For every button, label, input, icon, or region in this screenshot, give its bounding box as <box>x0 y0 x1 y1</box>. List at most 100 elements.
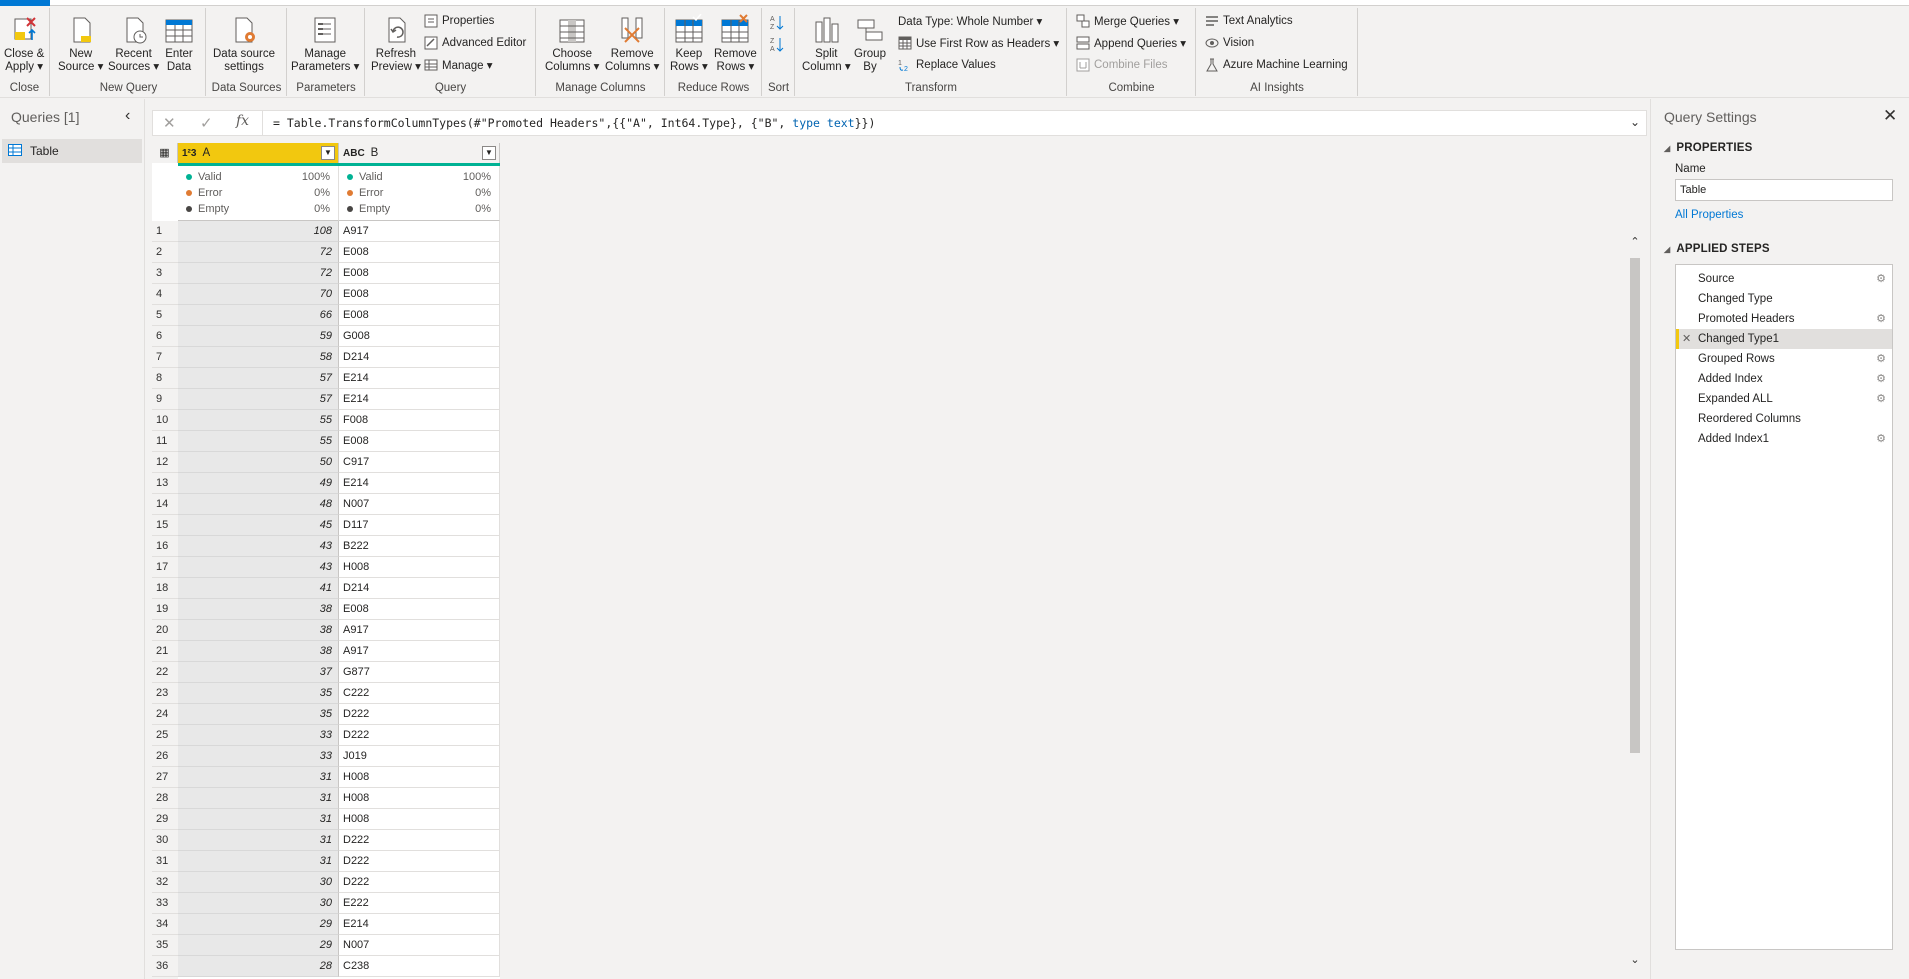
cell-a[interactable]: 72 <box>178 242 339 263</box>
table-row[interactable]: 15 45 D117 <box>152 515 500 536</box>
table-row[interactable]: 19 38 E008 <box>152 599 500 620</box>
manage-button[interactable]: Manage ▾ <box>424 56 493 74</box>
cell-a[interactable]: 41 <box>178 578 339 599</box>
applied-step[interactable]: Reordered Columns <box>1676 409 1892 429</box>
table-row[interactable]: 12 50 C917 <box>152 452 500 473</box>
cell-a[interactable]: 72 <box>178 263 339 284</box>
enter-data-button[interactable]: Enter Data <box>163 14 195 74</box>
cell-b[interactable]: E214 <box>339 368 500 389</box>
cell-a[interactable]: 45 <box>178 515 339 536</box>
cell-b[interactable]: H008 <box>339 557 500 578</box>
applied-step[interactable]: Source ⚙ <box>1676 269 1892 289</box>
cell-b[interactable]: A917 <box>339 641 500 662</box>
cell-b[interactable]: E222 <box>339 893 500 914</box>
collapse-pane-icon[interactable]: ‹ <box>125 107 130 125</box>
table-row[interactable]: 18 41 D214 <box>152 578 500 599</box>
text-type-icon[interactable]: ABC <box>343 148 365 159</box>
scrollbar-thumb[interactable] <box>1630 258 1640 753</box>
delete-step-icon[interactable]: ✕ <box>1682 329 1691 349</box>
table-row[interactable]: 32 30 D222 <box>152 872 500 893</box>
table-row[interactable]: 34 29 E214 <box>152 914 500 935</box>
cell-a[interactable]: 55 <box>178 410 339 431</box>
commit-formula-icon[interactable]: ✓ <box>200 114 213 132</box>
table-row[interactable]: 24 35 D222 <box>152 704 500 725</box>
table-row[interactable]: 29 31 H008 <box>152 809 500 830</box>
table-row[interactable]: 33 30 E222 <box>152 893 500 914</box>
cell-a[interactable]: 35 <box>178 704 339 725</box>
cell-a[interactable]: 35 <box>178 683 339 704</box>
cell-b[interactable]: C917 <box>339 452 500 473</box>
table-row[interactable]: 10 55 F008 <box>152 410 500 431</box>
cell-b[interactable]: H008 <box>339 767 500 788</box>
cell-a[interactable]: 29 <box>178 935 339 956</box>
cell-a[interactable]: 38 <box>178 599 339 620</box>
scroll-up-icon[interactable]: ⌃ <box>1628 236 1642 248</box>
cell-a[interactable]: 59 <box>178 326 339 347</box>
split-column-button[interactable]: Split Column ▾ <box>802 14 851 74</box>
cell-b[interactable]: D214 <box>339 578 500 599</box>
new-source-button[interactable]: New Source ▾ <box>58 14 103 74</box>
table-menu-icon[interactable]: ▦ <box>152 143 178 163</box>
step-settings-gear-icon[interactable]: ⚙ <box>1876 389 1886 409</box>
table-row[interactable]: 25 33 D222 <box>152 725 500 746</box>
cell-b[interactable]: N007 <box>339 935 500 956</box>
cell-b[interactable]: E008 <box>339 263 500 284</box>
table-row[interactable]: 26 33 J019 <box>152 746 500 767</box>
cell-b[interactable]: E214 <box>339 389 500 410</box>
query-name-input[interactable]: Table <box>1675 179 1893 201</box>
applied-step[interactable]: Added Index1 ⚙ <box>1676 429 1892 449</box>
table-row[interactable]: 36 28 C238 <box>152 956 500 977</box>
table-row[interactable]: 17 43 H008 <box>152 557 500 578</box>
cell-b[interactable]: E008 <box>339 284 500 305</box>
advanced-editor-button[interactable]: Advanced Editor <box>424 34 526 52</box>
step-settings-gear-icon[interactable]: ⚙ <box>1876 349 1886 369</box>
expand-formula-icon[interactable]: ⌄ <box>1630 115 1640 129</box>
manage-parameters-button[interactable]: Manage Parameters ▾ <box>291 14 359 74</box>
file-tab[interactable] <box>0 0 50 6</box>
cell-b[interactable]: D214 <box>339 347 500 368</box>
cell-a[interactable]: 55 <box>178 431 339 452</box>
table-row[interactable]: 8 57 E214 <box>152 368 500 389</box>
cell-a[interactable]: 31 <box>178 788 339 809</box>
formula-input[interactable]: = Table.TransformColumnTypes(#"Promoted … <box>273 116 875 130</box>
cell-a[interactable]: 28 <box>178 956 339 977</box>
column-a-filter-icon[interactable]: ▼ <box>321 146 335 160</box>
table-row[interactable]: 1 108 A917 <box>152 221 500 242</box>
table-row[interactable]: 6 59 G008 <box>152 326 500 347</box>
close-icon[interactable]: ✕ <box>1883 106 1897 126</box>
cell-b[interactable]: J019 <box>339 746 500 767</box>
cancel-formula-icon[interactable]: ✕ <box>163 114 176 132</box>
cell-b[interactable]: H008 <box>339 788 500 809</box>
applied-steps-header[interactable]: ◢ APPLIED STEPS <box>1664 243 1770 255</box>
use-first-row-button[interactable]: Use First Row as Headers ▾ <box>898 34 1059 52</box>
cell-a[interactable]: 31 <box>178 767 339 788</box>
table-row[interactable]: 9 57 E214 <box>152 389 500 410</box>
grid-vertical-scrollbar[interactable]: ⌃ ⌄ <box>1628 236 1642 966</box>
cell-b[interactable]: A917 <box>339 620 500 641</box>
all-properties-link[interactable]: All Properties <box>1675 209 1743 221</box>
table-row[interactable]: 31 31 D222 <box>152 851 500 872</box>
cell-a[interactable]: 49 <box>178 473 339 494</box>
cell-b[interactable]: E008 <box>339 242 500 263</box>
table-row[interactable]: 14 48 N007 <box>152 494 500 515</box>
azure-ml-button[interactable]: Azure Machine Learning <box>1205 56 1348 74</box>
cell-a[interactable]: 57 <box>178 389 339 410</box>
cell-b[interactable]: C238 <box>339 956 500 977</box>
append-queries-button[interactable]: Append Queries ▾ <box>1076 34 1186 52</box>
cell-b[interactable]: D222 <box>339 830 500 851</box>
applied-step[interactable]: Changed Type <box>1676 289 1892 309</box>
table-row[interactable]: 28 31 H008 <box>152 788 500 809</box>
cell-b[interactable]: G877 <box>339 662 500 683</box>
refresh-preview-button[interactable]: Refresh Preview ▾ <box>371 14 421 74</box>
vision-button[interactable]: Vision <box>1205 34 1254 52</box>
cell-a[interactable]: 38 <box>178 620 339 641</box>
keep-rows-button[interactable]: Keep Rows ▾ <box>670 13 708 74</box>
cell-a[interactable]: 58 <box>178 347 339 368</box>
cell-a[interactable]: 31 <box>178 830 339 851</box>
column-b-filter-icon[interactable]: ▼ <box>482 146 496 160</box>
cell-b[interactable]: E008 <box>339 599 500 620</box>
cell-a[interactable]: 48 <box>178 494 339 515</box>
cell-b[interactable]: E214 <box>339 914 500 935</box>
cell-a[interactable]: 66 <box>178 305 339 326</box>
cell-a[interactable]: 108 <box>178 221 339 242</box>
